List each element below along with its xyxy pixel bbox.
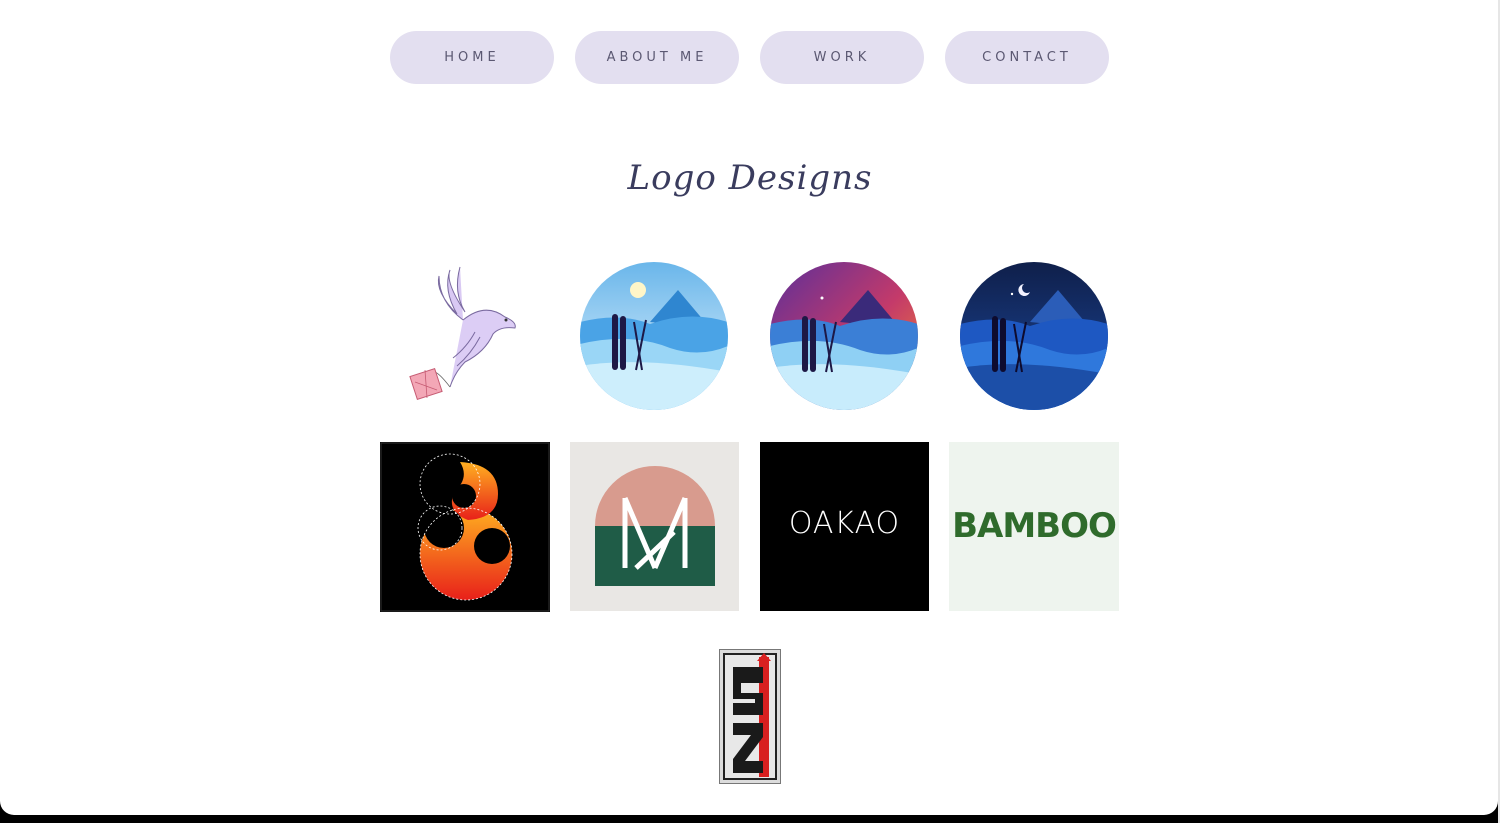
bird-gift-icon [409,266,516,401]
bird-gift-logo[interactable] [405,262,525,412]
ski-sunset-logo[interactable] [770,262,918,410]
nav-home-button[interactable]: HOME [390,31,554,84]
nav-about-button[interactable]: ABOUT ME [575,31,739,84]
oakao-logo[interactable]: OAKAO [760,442,929,611]
bamboo-wordmark: BAMBOO [952,506,1117,546]
ski-night-logo[interactable] [960,262,1108,410]
sz-icon [719,649,781,784]
page-canvas: HOME ABOUT ME WORK CONTACT Logo Designs [0,0,1498,815]
bamboo-logo[interactable]: BAMBOO [949,442,1119,611]
flame-eight-logo[interactable] [380,442,550,612]
page-title: Logo Designs [627,158,873,198]
m-arch-icon [570,442,739,611]
nav-contact-button[interactable]: CONTACT [945,31,1109,84]
oakao-wordmark: OAKAO [788,506,901,541]
ski-day-logo[interactable] [580,262,728,410]
nav-work-button[interactable]: WORK [760,31,924,84]
ski-night-icon [960,262,1108,410]
sz-logo[interactable] [719,649,781,784]
main-nav: HOME ABOUT ME WORK CONTACT [390,31,1109,84]
ski-sunset-icon [770,262,918,410]
flame-eight-icon [380,442,550,612]
ski-day-icon [580,262,728,410]
m-arch-logo[interactable] [570,442,739,611]
